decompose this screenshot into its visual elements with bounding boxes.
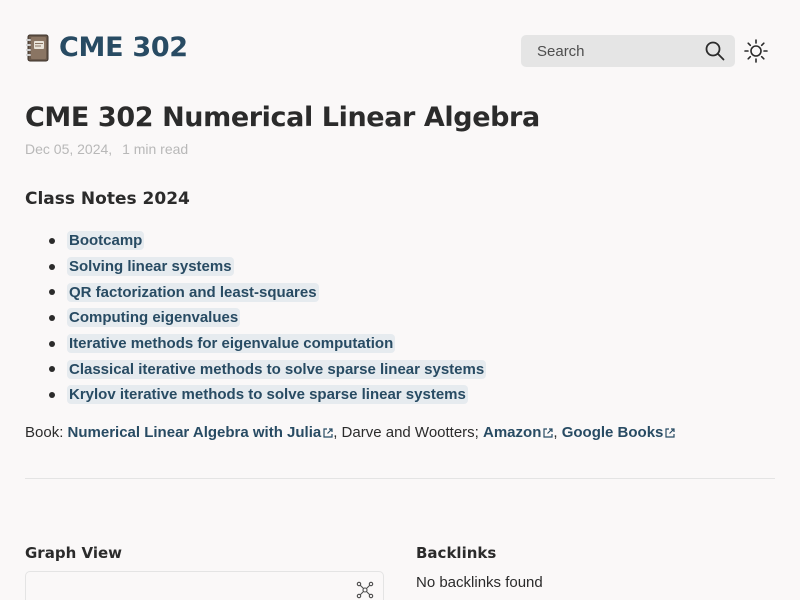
graph-view-panel[interactable] xyxy=(25,571,384,600)
list-item: Bootcamp xyxy=(49,228,486,254)
search-bar[interactable]: Search xyxy=(521,35,735,67)
content-divider xyxy=(25,478,775,479)
page-title: CME 302 Numerical Linear Algebra xyxy=(25,102,540,133)
amazon-label: Amazon xyxy=(483,424,542,441)
bullet-icon xyxy=(49,237,55,244)
backlinks-empty-message: No backlinks found xyxy=(416,574,543,591)
external-link-icon xyxy=(665,428,675,438)
list-item: Solving linear systems xyxy=(49,254,486,280)
backlinks-heading: Backlinks xyxy=(416,544,497,562)
search-icon[interactable] xyxy=(705,41,725,61)
bullet-icon xyxy=(49,289,55,296)
site-brand[interactable]: CME 302 xyxy=(25,32,188,63)
article-date: Dec 05, 2024, xyxy=(25,141,113,157)
book-reference: Book: Numerical Linear Algebra with Juli… xyxy=(25,424,675,441)
external-link-icon xyxy=(323,428,333,438)
note-link-iterative-eigen[interactable]: Iterative methods for eigenvalue computa… xyxy=(67,334,396,354)
amazon-link[interactable]: Amazon xyxy=(483,424,553,441)
bullet-icon xyxy=(49,314,55,321)
list-item: Classical iterative methods to solve spa… xyxy=(49,356,487,382)
book-title-label: Numerical Linear Algebra with Julia xyxy=(67,424,322,441)
bullet-icon xyxy=(49,391,55,398)
note-link-qr-factorization[interactable]: QR factorization and least-squares xyxy=(67,282,319,302)
google-books-link[interactable]: Google Books xyxy=(562,424,676,441)
list-item: Krylov iterative methods to solve sparse… xyxy=(49,382,486,408)
notebook-icon xyxy=(26,34,49,61)
graph-view-heading: Graph View xyxy=(25,544,122,562)
site-header: CME 302 Search xyxy=(25,30,775,70)
class-notes-heading: Class Notes 2024 xyxy=(25,189,190,209)
sun-icon[interactable] xyxy=(743,38,769,64)
list-item: QR factorization and least-squares xyxy=(49,279,486,305)
search-placeholder: Search xyxy=(537,42,585,60)
site-title[interactable]: CME 302 xyxy=(59,32,188,63)
google-books-label: Google Books xyxy=(561,424,664,441)
note-link-bootcamp[interactable]: Bootcamp xyxy=(67,231,145,251)
book-prefix: Book: xyxy=(25,424,68,441)
bullet-icon xyxy=(49,263,55,270)
link-separator: , xyxy=(553,424,562,441)
bullet-icon xyxy=(49,366,55,373)
class-notes-list: Bootcamp Solving linear systems QR facto… xyxy=(49,228,487,408)
article-meta: Dec 05, 2024, 1 min read xyxy=(25,141,188,157)
list-item: Iterative methods for eigenvalue computa… xyxy=(49,331,486,357)
note-link-classical-iterative[interactable]: Classical iterative methods to solve spa… xyxy=(67,359,487,379)
list-item: Computing eigenvalues xyxy=(49,305,486,331)
book-authors: , Darve and Wootters; xyxy=(333,424,484,441)
note-link-krylov[interactable]: Krylov iterative methods to solve sparse… xyxy=(67,385,468,405)
note-link-linear-systems[interactable]: Solving linear systems xyxy=(67,257,234,277)
note-link-eigenvalues[interactable]: Computing eigenvalues xyxy=(67,308,241,328)
external-link-icon xyxy=(543,428,553,438)
bullet-icon xyxy=(49,340,55,347)
graph-expand-icon[interactable] xyxy=(355,580,375,600)
article-read-time: 1 min read xyxy=(122,141,189,157)
book-title-link[interactable]: Numerical Linear Algebra with Julia xyxy=(68,424,334,441)
